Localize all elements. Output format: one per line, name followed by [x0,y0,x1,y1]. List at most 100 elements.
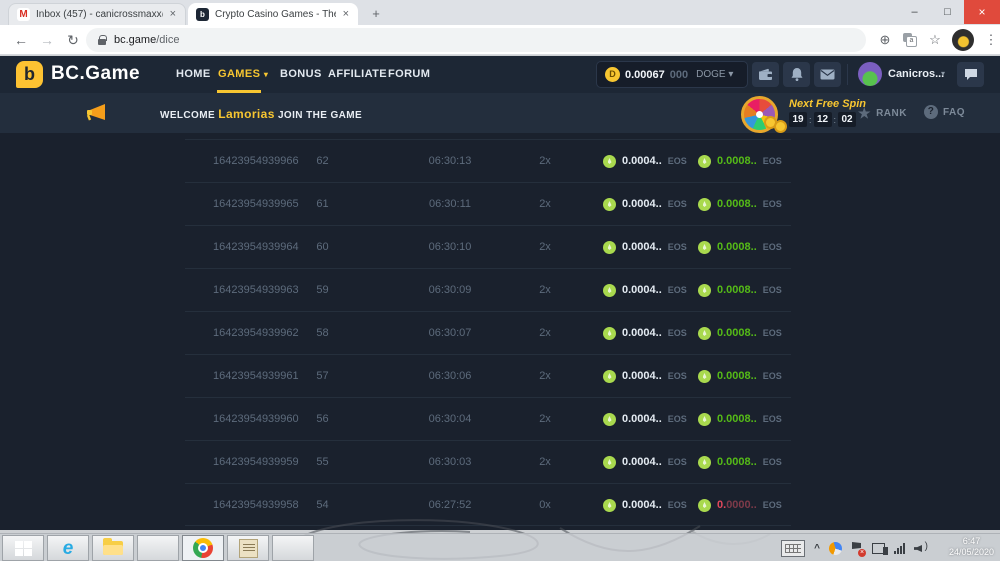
tab-title: Crypto Casino Games - The 8 Bes [215,9,336,20]
username-label[interactable]: Canicros... [888,68,944,80]
eos-coin-icon [698,198,711,211]
bet-multiplier: 2x [525,312,565,355]
user-avatar[interactable] [858,62,882,86]
chat-button[interactable] [957,62,984,87]
balance-selector[interactable]: D 0.00067000 DOGE ▾ [596,61,748,88]
desktop-strip: e ^ 6:47 24/05/2020 [0,530,1000,561]
wallet-button[interactable] [752,62,779,87]
rank-link[interactable]: ★ RANK [858,105,907,122]
bet-time: 06:30:11 [410,183,490,226]
minimize-button[interactable]: – [898,0,931,24]
bet-amount: 0.0004..EOS [603,484,687,527]
chrome-icon [193,538,213,558]
windows-logo-icon [15,541,32,556]
bookmark-star-icon[interactable]: ☆ [924,29,946,51]
eos-coin-icon [698,413,711,426]
table-row[interactable]: 164239549399666206:30:132x0.0004..EOS0.0… [185,139,791,182]
taskbar-clock[interactable]: 6:47 24/05/2020 [949,536,994,558]
reload-icon[interactable]: ↻ [62,29,84,51]
table-row[interactable]: 164239549399615706:30:062x0.0004..EOS0.0… [185,354,791,397]
gmail-icon: M [17,8,30,21]
payout-amount: 0.0008..EOS [698,312,782,355]
bet-time: 06:30:07 [410,312,490,355]
free-spin-label[interactable]: Next Free Spin [789,98,866,110]
payout-amount: 0.0008..EOS [698,355,782,398]
taskbar-ie[interactable]: e [47,535,89,561]
taskbar-journal[interactable] [227,535,269,561]
megaphone-icon [84,102,108,122]
balance-amount-faded: 000 [670,69,688,81]
payout-amount: 0.0008..EOS [698,269,782,312]
site-header: b BC.Game HOME GAMES ▾ BONUS AFFILIATE F… [0,56,1000,93]
messages-button[interactable] [814,62,841,87]
translate-icon[interactable] [903,33,917,47]
chevron-down-icon[interactable]: ▾ [941,69,945,78]
address-bar[interactable]: bc.game/dice [86,28,866,52]
close-tab-icon[interactable]: × [169,9,177,20]
notifications-button[interactable] [783,62,810,87]
action-center-flag-icon[interactable] [851,541,863,555]
nav-games[interactable]: GAMES ▾ [218,68,268,80]
taskbar-slot[interactable] [272,535,314,561]
roll-result: 54 [300,484,345,527]
new-tab-button[interactable]: + [366,5,386,23]
volume-icon[interactable] [914,542,928,554]
taskbar-slot[interactable] [137,535,179,561]
table-row[interactable]: 164239549399646006:30:102x0.0004..EOS0.0… [185,225,791,268]
journal-icon [239,539,258,558]
maximize-button[interactable]: □ [931,0,964,24]
table-row[interactable]: 164239549399625806:30:072x0.0004..EOS0.0… [185,311,791,354]
payout-amount: 0.0008..EOS [698,140,782,183]
menu-dots-icon[interactable]: ⋮ [980,29,1000,51]
payout-amount: 0.0000..EOS [698,484,782,527]
bell-icon [790,67,804,82]
close-tab-icon[interactable]: × [342,9,350,20]
nav-home[interactable]: HOME [176,68,211,80]
timer-minutes: 12 [814,112,832,127]
site-page: b BC.Game HOME GAMES ▾ BONUS AFFILIATE F… [0,56,1000,530]
bet-id: 16423954939962 [213,312,299,355]
clock-time: 6:47 [949,536,994,547]
brand-title[interactable]: BC.Game [51,63,140,85]
back-icon[interactable]: ← [10,29,32,51]
bcgame-logo[interactable]: b [16,61,43,88]
eos-coin-icon [698,499,711,512]
eos-coin-icon [698,370,711,383]
free-spin-timer: 19 : 12 : 02 [789,112,856,127]
faq-link[interactable]: ? FAQ [924,105,965,119]
question-icon: ? [924,105,938,119]
tray-app-icon[interactable] [829,542,842,555]
taskbar-chrome[interactable] [182,535,224,561]
roll-result: 62 [300,140,345,183]
header-divider [847,64,848,85]
nav-affiliate[interactable]: AFFILIATE [328,68,387,80]
close-window-button[interactable]: × [964,0,1000,24]
tab-bcgame[interactable]: b Crypto Casino Games - The 8 Bes × [188,3,358,25]
welcome-banner: WELCOME Lamorias JOIN THE GAME Next Free… [0,93,1000,133]
table-row[interactable]: 164239549399635906:30:092x0.0004..EOS0.0… [185,268,791,311]
start-button[interactable] [2,535,44,561]
lock-icon[interactable] [98,39,106,45]
bet-multiplier: 2x [525,441,565,484]
tab-gmail[interactable]: M Inbox (457) - canicrossmaxx@gm × [8,3,186,25]
taskbar-explorer[interactable] [92,535,134,561]
table-row[interactable]: 164239549399656106:30:112x0.0004..EOS0.0… [185,182,791,225]
keyboard-icon[interactable] [781,540,805,557]
welcomed-username: Lamorias [218,107,275,121]
page-url[interactable]: bc.game/dice [114,34,179,46]
browser-profile-avatar[interactable] [952,29,974,51]
send-icon[interactable]: ⊕ [874,29,896,51]
tray-expand-icon[interactable]: ^ [814,543,820,554]
bet-multiplier: 2x [525,226,565,269]
table-row[interactable]: 164239549399585406:27:520x0.0004..EOS0.0… [185,483,791,526]
table-row[interactable]: 164239549399595506:30:032x0.0004..EOS0.0… [185,440,791,483]
bet-id: 16423954939960 [213,398,299,441]
eos-coin-icon [603,284,616,297]
nav-forum[interactable]: FORUM [388,68,430,80]
table-row[interactable]: 164239549399605606:30:042x0.0004..EOS0.0… [185,397,791,440]
nav-bonus[interactable]: BONUS [280,68,322,80]
devices-icon[interactable] [872,543,885,554]
network-signal-icon[interactable] [894,543,905,554]
rank-star-icon: ★ [858,105,871,122]
wallet-icon [758,68,773,81]
